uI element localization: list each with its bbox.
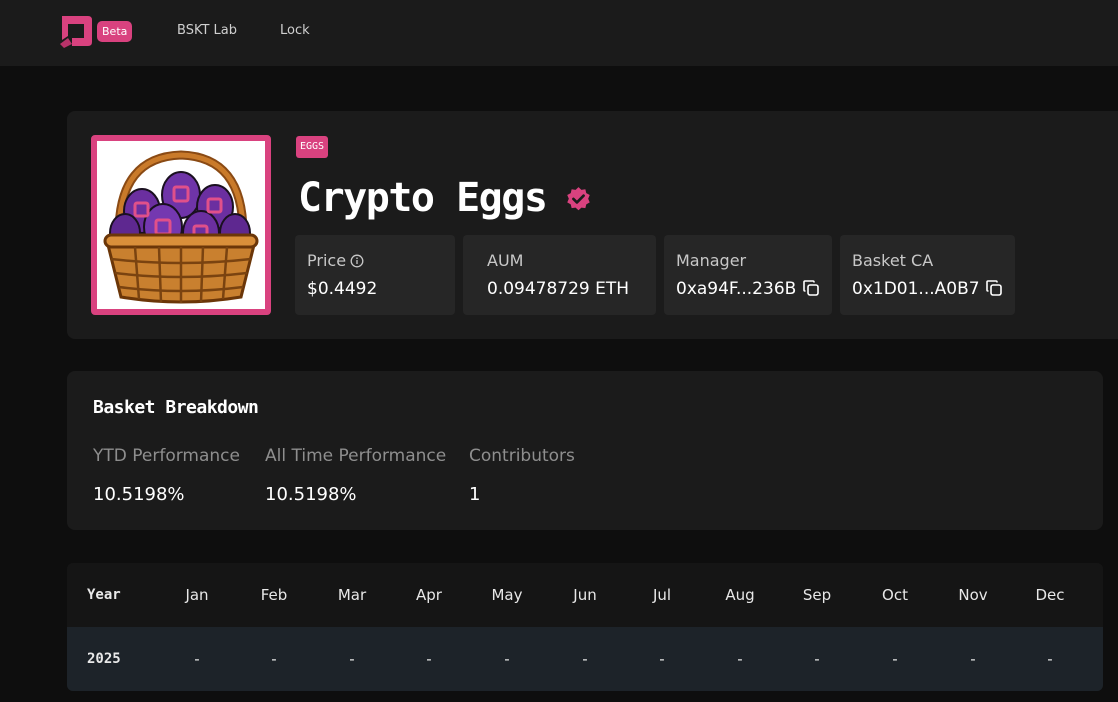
month-value-cell: - <box>737 650 743 668</box>
nav-link-bskt-lab[interactable]: BSKT Lab <box>177 23 237 38</box>
month-header: Sep <box>802 586 832 604</box>
month-header: Mar <box>337 586 367 604</box>
month-header: Jun <box>573 586 597 604</box>
month-header: May <box>491 586 523 604</box>
ytd-performance-label: YTD Performance <box>93 446 240 466</box>
price-stat-box: Price $0.4492 <box>295 235 455 315</box>
top-navigation-bar: Beta BSKT Lab Lock <box>0 0 1118 66</box>
month-header: Nov <box>958 586 988 604</box>
month-header: Jan <box>185 586 209 604</box>
basket-ca-address: 0x1D01...A0B7 <box>852 279 980 299</box>
monthly-performance-table: Year Jan Feb Mar Apr May Jun Jul Aug Sep… <box>67 563 1103 691</box>
ytd-performance-value: 10.5198% <box>93 484 185 505</box>
month-value-cell: - <box>582 650 588 668</box>
manager-stat-box: Manager 0xa94F...236B <box>664 235 832 315</box>
bskt-logo-icon[interactable] <box>58 14 94 48</box>
basket-ticker-tag: EGGS <box>296 136 329 158</box>
basket-header-card: EGGS Crypto Eggs Price $0.4492 AUM 0.094… <box>67 111 1118 339</box>
manager-label: Manager <box>676 251 747 270</box>
info-icon[interactable] <box>350 254 364 268</box>
verified-badge-icon <box>567 187 590 211</box>
price-label: Price <box>307 251 364 270</box>
price-value: $0.4492 <box>307 279 378 299</box>
all-time-performance-value: 10.5198% <box>265 484 357 505</box>
month-value-cell: - <box>814 650 820 668</box>
aum-stat-box: AUM 0.09478729 ETH <box>463 235 656 315</box>
contributors-label: Contributors <box>469 446 575 466</box>
month-value-cell: - <box>349 650 355 668</box>
all-time-performance-label: All Time Performance <box>265 446 447 466</box>
basket-title: Crypto Eggs <box>298 175 548 221</box>
breakdown-title: Basket Breakdown <box>93 397 259 418</box>
month-value-cell: - <box>1047 650 1053 668</box>
manager-address: 0xa94F...236B <box>676 279 797 299</box>
copy-manager-icon[interactable] <box>802 279 820 297</box>
basket-ca-label: Basket CA <box>852 251 934 270</box>
basket-ca-stat-box: Basket CA 0x1D01...A0B7 <box>840 235 1015 315</box>
month-value-cell: - <box>892 650 898 668</box>
beta-badge: Beta <box>97 21 133 42</box>
month-header: Oct <box>882 586 908 604</box>
month-value-cell: - <box>426 650 432 668</box>
year-cell: 2025 <box>87 651 121 667</box>
month-value-cell: - <box>659 650 665 668</box>
table-row: 2025 - - - - - - - - - - - - <box>67 627 1103 691</box>
basket-breakdown-card: Basket Breakdown YTD Performance 10.5198… <box>67 371 1103 530</box>
nav-link-lock[interactable]: Lock <box>280 23 310 38</box>
month-header: Feb <box>260 586 288 604</box>
year-column-header: Year <box>87 587 121 603</box>
copy-basket-ca-icon[interactable] <box>985 279 1003 297</box>
month-header: Aug <box>725 586 755 604</box>
month-header: Dec <box>1035 586 1065 604</box>
month-header: Jul <box>652 586 672 604</box>
month-value-cell: - <box>970 650 976 668</box>
month-value-cell: - <box>271 650 277 668</box>
aum-value: 0.09478729 ETH <box>487 279 630 299</box>
month-value-cell: - <box>504 650 510 668</box>
egg-basket-image <box>91 135 271 315</box>
aum-label: AUM <box>487 251 524 270</box>
contributors-value: 1 <box>469 484 481 505</box>
month-value-cell: - <box>194 650 200 668</box>
month-header: Apr <box>416 586 442 604</box>
table-header-row: Year Jan Feb Mar Apr May Jun Jul Aug Sep… <box>67 563 1103 627</box>
